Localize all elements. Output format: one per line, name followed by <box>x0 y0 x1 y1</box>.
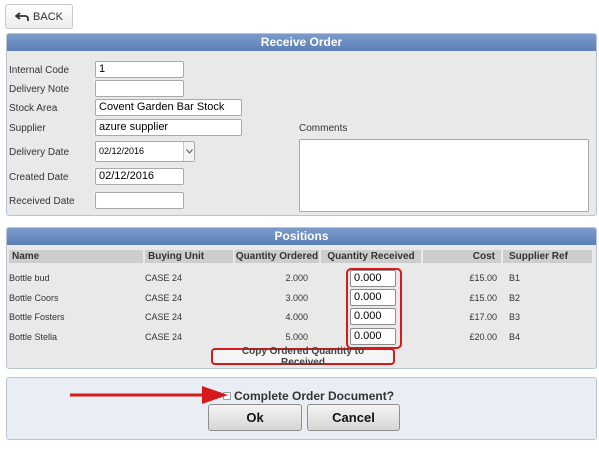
received-date-label: Received Date <box>9 196 75 207</box>
delivery-date-value: 02/12/2016 <box>99 146 145 156</box>
delivery-note-input[interactable] <box>95 80 184 97</box>
row-supplier-ref: B3 <box>509 312 521 322</box>
supplier-input[interactable]: azure supplier <box>95 119 242 136</box>
back-arrow-icon <box>15 11 29 21</box>
received-date-input[interactable] <box>95 192 184 209</box>
row-cost: £15.00 <box>469 273 497 283</box>
column-header-name: Name <box>9 250 143 263</box>
row-supplier-ref: B1 <box>509 273 521 283</box>
row-buying-unit: CASE 24 <box>145 312 183 322</box>
created-date-label: Created Date <box>9 172 69 183</box>
complete-order-toggle[interactable]: Complete Order Document? <box>223 389 394 403</box>
row-buying-unit: CASE 24 <box>145 293 183 303</box>
supplier-label: Supplier <box>9 123 46 134</box>
row-supplier-ref: B4 <box>509 332 521 342</box>
delivery-note-label: Delivery Note <box>9 84 70 95</box>
delivery-date-input[interactable]: 02/12/2016 <box>95 141 195 162</box>
internal-code-input[interactable]: 1 <box>95 61 184 78</box>
row-supplier-ref: B2 <box>509 293 521 303</box>
back-label: BACK <box>33 10 63 23</box>
created-date-input[interactable]: 02/12/2016 <box>95 168 184 185</box>
stock-area-label: Stock Area <box>9 103 58 114</box>
row-name: Bottle bud <box>9 273 50 283</box>
positions-title: Positions <box>7 228 596 245</box>
receive-order-title: Receive Order <box>7 34 596 51</box>
row-cost: £15.00 <box>469 293 497 303</box>
back-button[interactable]: BACK <box>5 4 73 29</box>
comments-textarea[interactable] <box>299 139 589 212</box>
row-name: Bottle Stella <box>9 332 58 342</box>
column-header-buying-unit: Buying Unit <box>145 250 233 263</box>
row-cost: £17.00 <box>469 312 497 322</box>
column-header-quantity-ordered: Quantity Ordered <box>235 250 319 263</box>
copy-ordered-quantity-button[interactable]: Copy Ordered Quantity to Received <box>211 346 395 368</box>
row-quantity-ordered: 2.000 <box>285 273 308 283</box>
column-header-quantity-received: Quantity Received <box>321 250 421 263</box>
receive-order-panel: Receive Order Internal Code 1 Delivery N… <box>6 33 597 216</box>
comments-label: Comments <box>299 123 348 134</box>
row-name: Bottle Fosters <box>9 312 65 322</box>
chevron-down-icon[interactable] <box>183 142 194 161</box>
stock-area-input[interactable]: Covent Garden Bar Stock <box>95 99 242 116</box>
delivery-date-label: Delivery Date <box>9 147 70 158</box>
column-header-supplier-ref: Supplier Ref <box>503 250 592 263</box>
cancel-button[interactable]: Cancel <box>307 404 400 431</box>
positions-panel: Positions Name Buying Unit Quantity Orde… <box>6 227 597 369</box>
row-buying-unit: CASE 24 <box>145 273 183 283</box>
complete-order-label: Complete Order Document? <box>234 389 395 403</box>
quantity-received-highlight <box>346 268 402 349</box>
row-quantity-ordered: 4.000 <box>285 312 308 322</box>
column-header-cost: Cost <box>423 250 501 263</box>
internal-code-label: Internal Code <box>9 65 70 76</box>
row-buying-unit: CASE 24 <box>145 332 183 342</box>
red-arrow-icon <box>70 386 228 404</box>
row-cost: £20.00 <box>469 332 497 342</box>
row-name: Bottle Coors <box>9 293 59 303</box>
row-quantity-ordered: 3.000 <box>285 293 308 303</box>
row-quantity-ordered: 5.000 <box>285 332 308 342</box>
